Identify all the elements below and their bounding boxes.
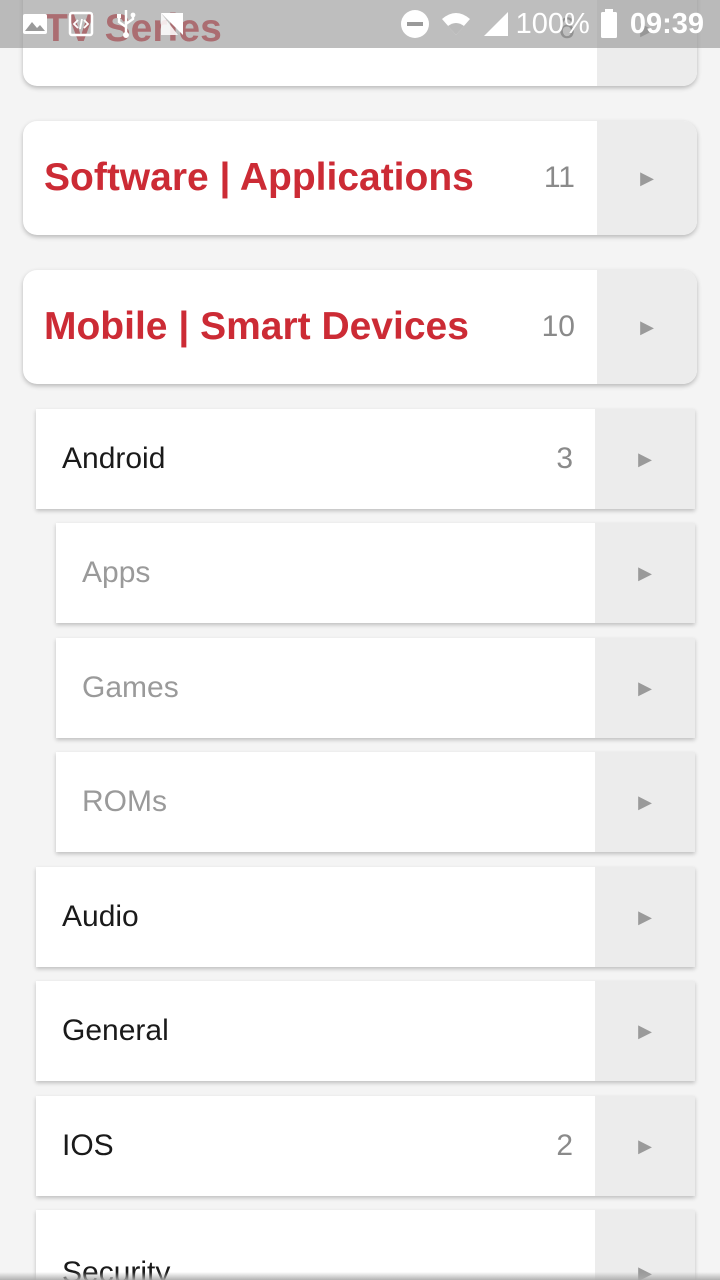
subcategory-count: 2 xyxy=(556,1129,573,1162)
expand-arrow-button[interactable]: ▶ xyxy=(595,752,695,852)
expand-arrow-button[interactable]: ▶ xyxy=(595,638,695,738)
subcategory-item-roms[interactable]: ROMs ▶ xyxy=(56,752,695,852)
expand-arrow-button[interactable]: ▶ xyxy=(597,270,697,384)
play-arrow-icon: ▶ xyxy=(638,677,652,698)
play-arrow-icon: ▶ xyxy=(638,1135,652,1156)
play-arrow-icon: ▶ xyxy=(640,167,654,188)
battery-icon xyxy=(600,9,618,39)
category-list[interactable]: TV Series 6 ▶ Software | Applications 11… xyxy=(0,0,720,1280)
code-icon xyxy=(68,11,94,37)
subcategory-label: Audio xyxy=(62,900,139,933)
clock: 09:39 xyxy=(629,7,704,40)
expand-arrow-button[interactable]: ▶ xyxy=(595,1096,695,1196)
category-title: Mobile | Smart Devices xyxy=(44,305,469,348)
category-count: 10 xyxy=(541,310,575,343)
do-not-disturb-icon xyxy=(400,9,430,39)
status-bar: 100% 09:39 xyxy=(0,0,720,48)
image-icon xyxy=(22,13,48,35)
subcategory-item-security[interactable]: Security ▶ xyxy=(36,1210,695,1280)
category-title: Software | Applications xyxy=(44,156,474,199)
expand-arrow-button[interactable]: ▶ xyxy=(595,1210,695,1280)
subcategory-item-android[interactable]: Android 3 ▶ xyxy=(36,409,695,509)
expand-arrow-button[interactable]: ▶ xyxy=(595,867,695,967)
subcategory-label: Apps xyxy=(82,556,151,589)
category-card-mobile-smart-devices[interactable]: Mobile | Smart Devices 10 ▶ xyxy=(23,270,697,384)
subcategory-label: Games xyxy=(82,671,179,704)
play-arrow-icon: ▶ xyxy=(640,316,654,337)
subcategory-item-general[interactable]: General ▶ xyxy=(36,981,695,1081)
play-arrow-icon: ▶ xyxy=(638,562,652,583)
expand-arrow-button[interactable]: ▶ xyxy=(595,523,695,623)
play-arrow-icon: ▶ xyxy=(638,1020,652,1041)
subcategory-label: Android xyxy=(62,442,166,475)
subcategory-label: ROMs xyxy=(82,785,167,818)
category-count: 11 xyxy=(543,161,575,194)
subcategory-count: 3 xyxy=(556,442,573,475)
subcategory-item-audio[interactable]: Audio ▶ xyxy=(36,867,695,967)
usb-icon xyxy=(114,9,138,39)
play-arrow-icon: ▶ xyxy=(638,906,652,927)
battery-percentage: 100% xyxy=(515,7,590,40)
expand-arrow-button[interactable]: ▶ xyxy=(597,121,697,235)
subcategory-label: General xyxy=(62,1014,169,1047)
subcategory-label: IOS xyxy=(62,1129,114,1162)
subcategory-item-ios[interactable]: IOS 2 ▶ xyxy=(36,1096,695,1196)
signal-icon xyxy=(482,10,510,38)
wifi-icon xyxy=(440,9,472,39)
play-arrow-icon: ▶ xyxy=(638,448,652,469)
expand-arrow-button[interactable]: ▶ xyxy=(595,409,695,509)
no-sim-icon xyxy=(158,10,186,38)
expand-arrow-button[interactable]: ▶ xyxy=(595,981,695,1081)
category-card-software-applications[interactable]: Software | Applications 11 ▶ xyxy=(23,121,697,235)
bottom-edge-shadow xyxy=(0,1272,720,1280)
subcategory-item-apps[interactable]: Apps ▶ xyxy=(56,523,695,623)
subcategory-item-games[interactable]: Games ▶ xyxy=(56,638,695,738)
play-arrow-icon: ▶ xyxy=(638,791,652,812)
